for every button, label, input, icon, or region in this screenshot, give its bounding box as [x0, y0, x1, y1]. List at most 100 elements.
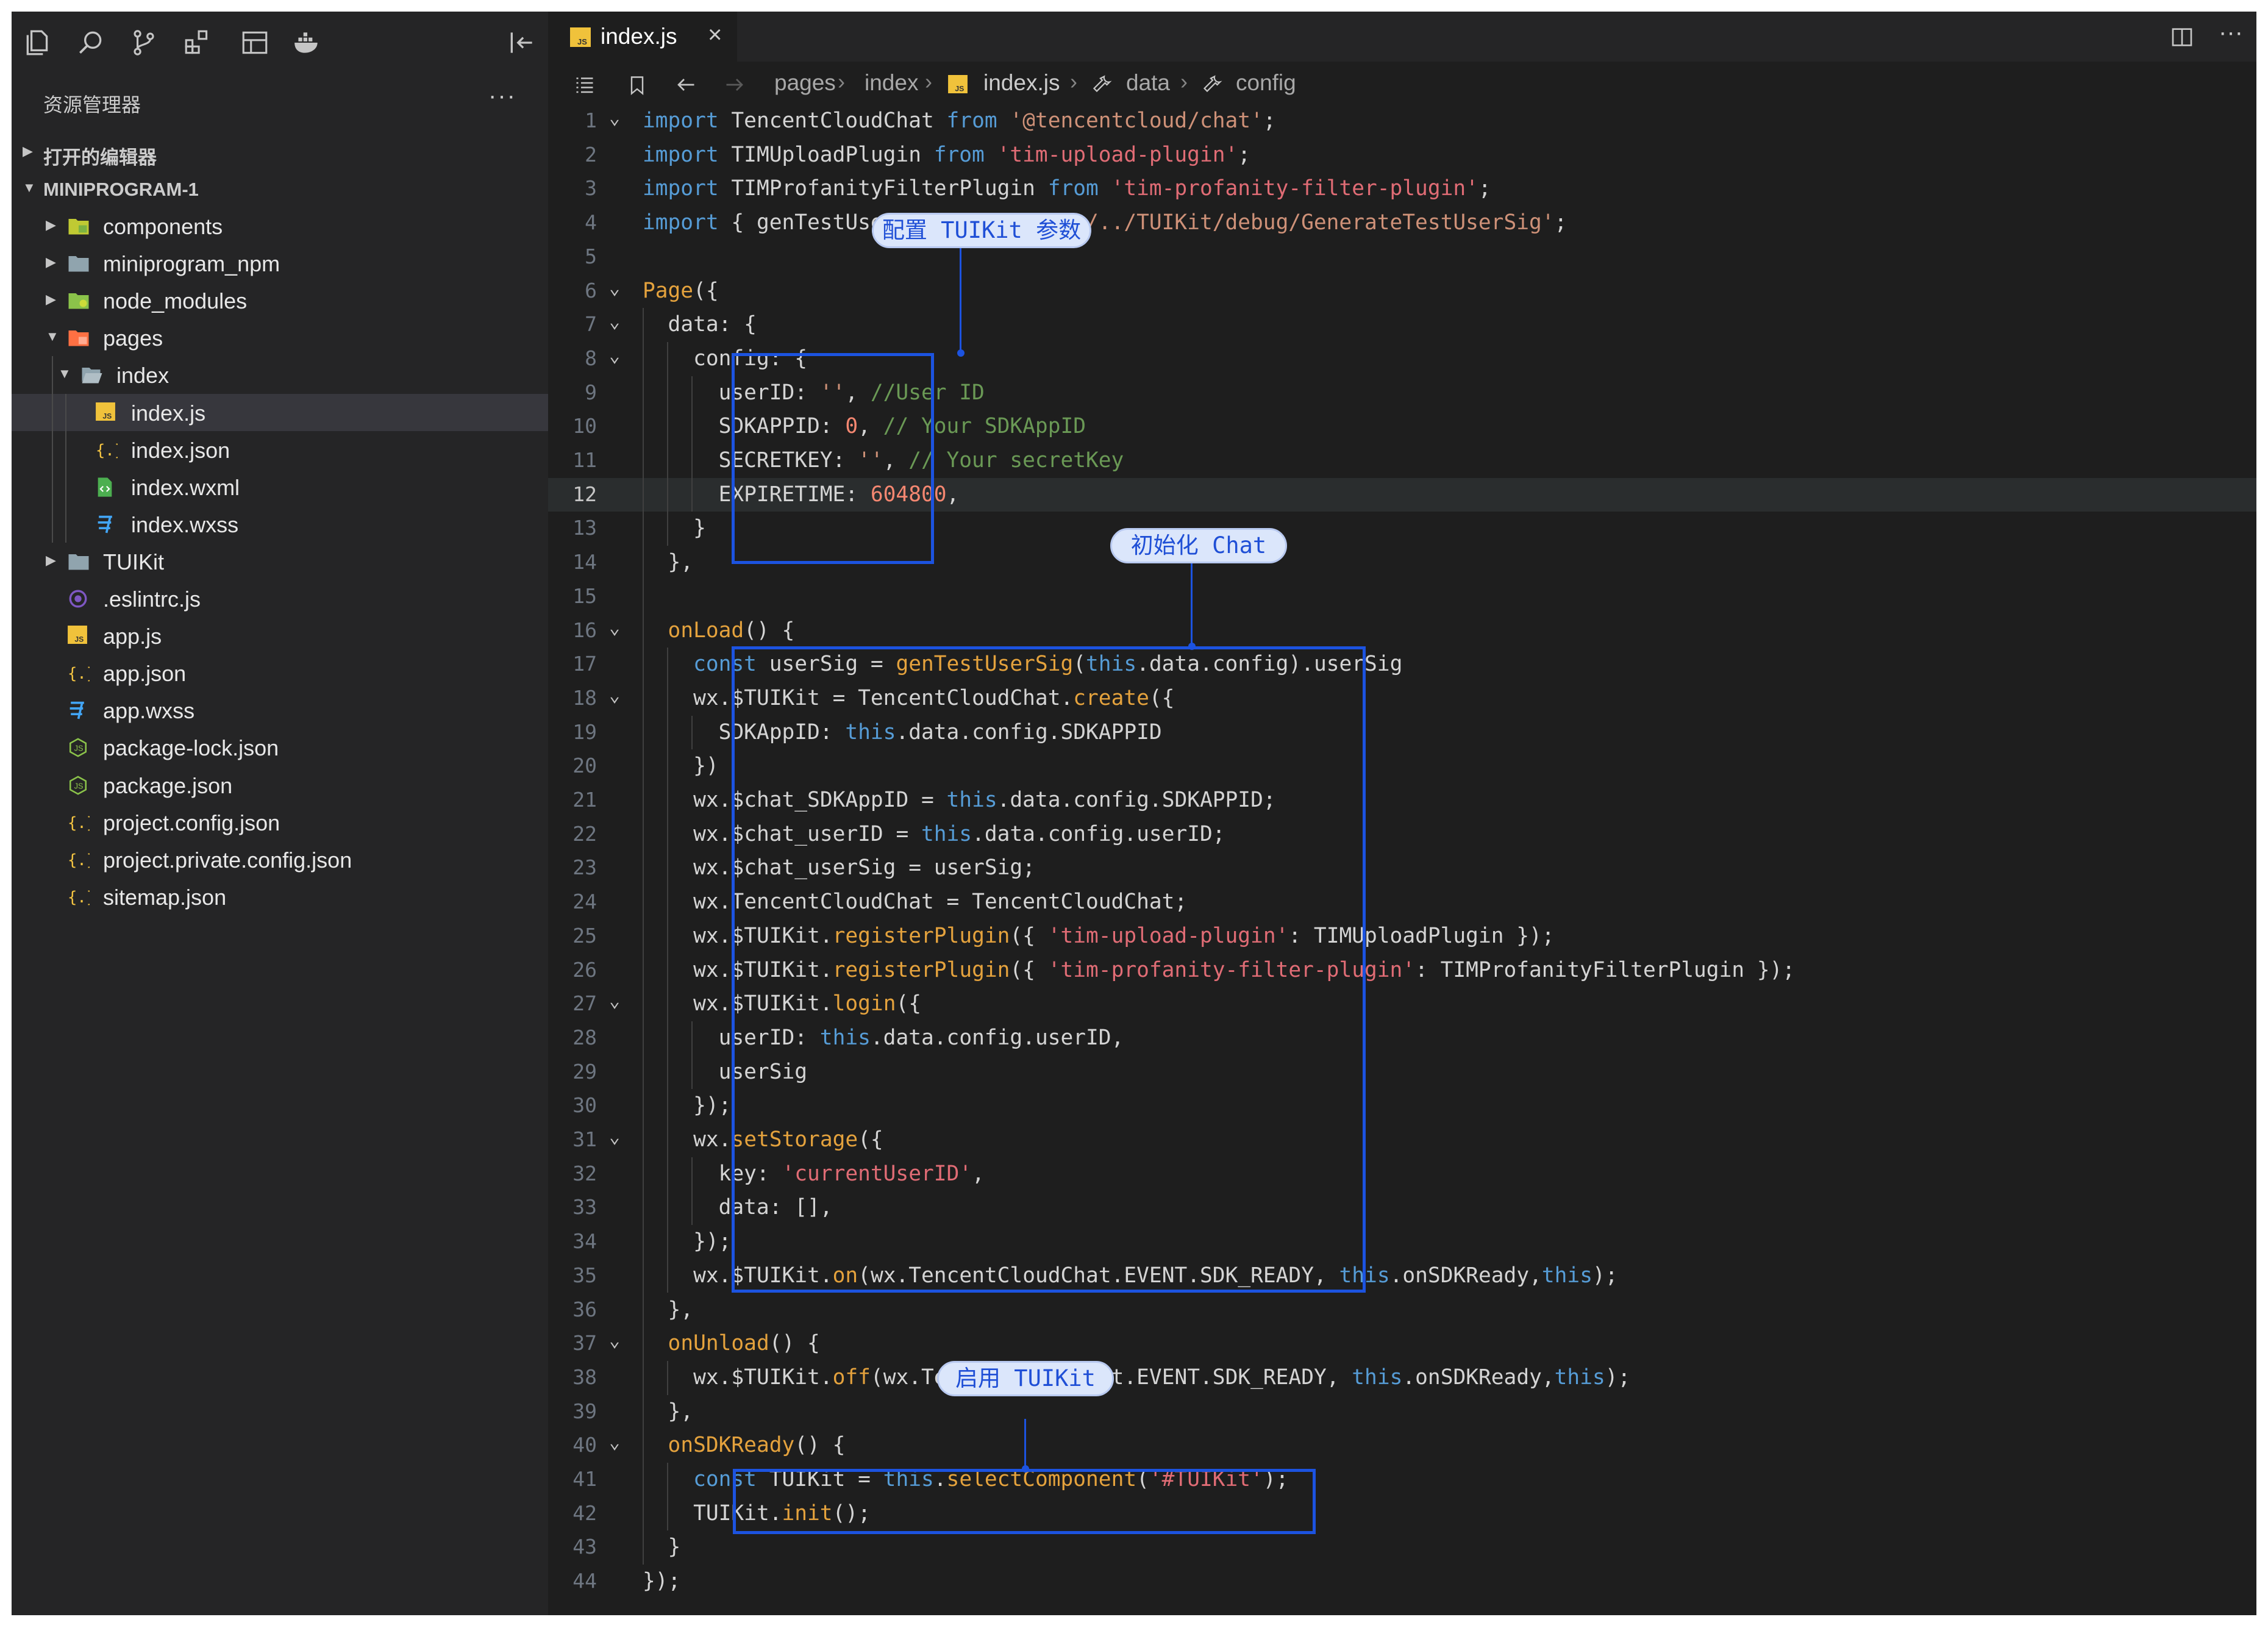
- close-tab-icon[interactable]: ×: [708, 21, 722, 49]
- line-number: 34: [572, 1229, 597, 1254]
- chevron-down-icon: ▼: [23, 180, 36, 195]
- js-file-icon: JS: [96, 402, 118, 423]
- breadcrumb-config[interactable]: config: [1236, 70, 1296, 96]
- folder-icon: [68, 551, 90, 572]
- code-line: 36 },: [548, 1293, 2256, 1327]
- line-number: 25: [572, 923, 597, 948]
- code-line: 43 }: [548, 1530, 2256, 1565]
- line-number: 30: [572, 1093, 597, 1118]
- tree-item[interactable]: index.wxss: [12, 505, 548, 543]
- tree-item[interactable]: ▼ pages: [12, 319, 548, 356]
- line-number: 39: [572, 1399, 597, 1423]
- fold-chevron-icon[interactable]: ⌄: [609, 990, 620, 1012]
- folder-open-icon: [81, 365, 103, 385]
- code-line: 1 ⌄ import TencentCloudChat from '@tencent…: [548, 104, 2256, 138]
- tree-item[interactable]: ▶ components: [12, 207, 548, 245]
- fold-chevron-icon[interactable]: ⌄: [609, 107, 620, 129]
- code-text: import TIMUploadPlugin from 'tim-upload-…: [643, 142, 1251, 167]
- tree-item[interactable]: ▶ node_modules: [12, 282, 548, 319]
- tree-item[interactable]: {.} sitemap.json: [12, 878, 548, 915]
- docker-icon[interactable]: [292, 27, 323, 58]
- svg-text:{.}: {.}: [68, 851, 90, 869]
- code-line: 40 ⌄ onSDKReady() {: [548, 1429, 2256, 1463]
- outline-icon[interactable]: [572, 74, 597, 96]
- back-arrow-icon[interactable]: [674, 74, 698, 96]
- breadcrumb-data[interactable]: data: [1126, 70, 1170, 96]
- extensions-icon[interactable]: [182, 27, 213, 58]
- fold-chevron-icon[interactable]: ⌄: [609, 685, 620, 706]
- split-editor-icon[interactable]: [2170, 25, 2194, 52]
- code-text: });: [643, 1569, 681, 1594]
- code-text: },: [643, 550, 694, 575]
- line-number: 3: [585, 176, 597, 201]
- chevron-down-icon[interactable]: ▼: [46, 329, 59, 345]
- line-number: 20: [572, 754, 597, 778]
- wxml-file-icon: [96, 477, 118, 498]
- tree-item[interactable]: {.} index.json: [12, 431, 548, 468]
- explorer-icon[interactable]: [23, 27, 53, 58]
- line-number: 4: [585, 210, 597, 235]
- line-number: 31: [572, 1127, 597, 1151]
- breadcrumb-pages[interactable]: pages: [774, 70, 836, 96]
- tree-item-label: index.wxss: [131, 512, 239, 537]
- tree-item[interactable]: ▶ miniprogram_npm: [12, 245, 548, 282]
- tree-item-label: index.json: [131, 437, 230, 463]
- tab-index-js[interactable]: JS index.js ×: [548, 12, 737, 62]
- line-number: 35: [572, 1263, 597, 1287]
- activity-bar: [12, 12, 548, 73]
- line-number: 21: [572, 788, 597, 812]
- tree-item[interactable]: JS package-lock.json: [12, 729, 548, 766]
- explorer-more-button[interactable]: ···: [488, 82, 516, 110]
- chevron-right-icon[interactable]: ▶: [46, 217, 56, 233]
- project-label: MINIPROGRAM-1: [43, 179, 199, 200]
- line-number: 24: [572, 890, 597, 914]
- fold-chevron-icon[interactable]: ⌄: [609, 617, 620, 638]
- tree-item-label: package.json: [103, 773, 233, 798]
- line-number: 11: [572, 448, 597, 472]
- fold-chevron-icon[interactable]: ⌄: [609, 311, 620, 332]
- breadcrumb-separator: ›: [925, 69, 932, 94]
- tree-item[interactable]: {.} project.config.json: [12, 804, 548, 841]
- chevron-down-icon[interactable]: ▼: [58, 366, 71, 382]
- code-text: Page({: [643, 278, 719, 303]
- json-file-icon: {.}: [68, 887, 96, 907]
- project-section[interactable]: ▼ MINIPROGRAM-1: [12, 171, 548, 207]
- svg-text:JS: JS: [74, 744, 84, 753]
- line-number: 13: [572, 516, 597, 540]
- chevron-right-icon[interactable]: ▶: [46, 254, 56, 270]
- svg-text:JS: JS: [74, 781, 84, 790]
- layout-icon[interactable]: [240, 27, 270, 58]
- tree-item[interactable]: app.wxss: [12, 691, 548, 729]
- tree-item[interactable]: JS package.json: [12, 766, 548, 804]
- chevron-right-icon[interactable]: ▶: [46, 291, 56, 307]
- search-icon[interactable]: [75, 27, 105, 58]
- fold-chevron-icon[interactable]: ⌄: [609, 1126, 620, 1148]
- indent-guide: [52, 356, 53, 543]
- collapse-sidebar-icon[interactable]: [507, 27, 537, 58]
- fold-chevron-icon[interactable]: ⌄: [609, 277, 620, 299]
- more-actions-icon[interactable]: ···: [2219, 19, 2243, 46]
- fold-chevron-icon[interactable]: ⌄: [609, 345, 620, 366]
- tree-item[interactable]: JS app.js: [12, 617, 548, 654]
- tree-item[interactable]: {.} project.private.config.json: [12, 841, 548, 878]
- tree-item[interactable]: {.} app.json: [12, 654, 548, 691]
- fold-chevron-icon[interactable]: ⌄: [609, 1432, 620, 1453]
- bookmark-icon[interactable]: [626, 74, 648, 97]
- breadcrumb-index[interactable]: index: [865, 70, 918, 96]
- code-area[interactable]: 1 ⌄ import TencentCloudChat from '@tencent…: [548, 104, 2256, 1615]
- tree-item[interactable]: ▶ TUIKit: [12, 543, 548, 580]
- forward-arrow-icon[interactable]: [722, 74, 747, 96]
- breadcrumb-index-js[interactable]: index.js: [983, 70, 1060, 96]
- line-number: 32: [572, 1161, 597, 1185]
- tree-item[interactable]: JS index.js: [12, 393, 548, 431]
- fold-chevron-icon[interactable]: ⌄: [609, 1330, 620, 1351]
- tree-item-label: index.wxml: [131, 474, 240, 500]
- tree-item[interactable]: ▼ index: [12, 356, 548, 393]
- tree-item[interactable]: .eslintrc.js: [12, 580, 548, 617]
- open-editors-section[interactable]: ▶ 打开的编辑器: [12, 135, 548, 170]
- chevron-right-icon[interactable]: ▶: [46, 552, 56, 568]
- tree-item-label: node_modules: [103, 288, 248, 314]
- folder-pages-icon: [68, 327, 90, 348]
- source-control-icon[interactable]: [129, 27, 159, 58]
- tree-item[interactable]: index.wxml: [12, 468, 548, 505]
